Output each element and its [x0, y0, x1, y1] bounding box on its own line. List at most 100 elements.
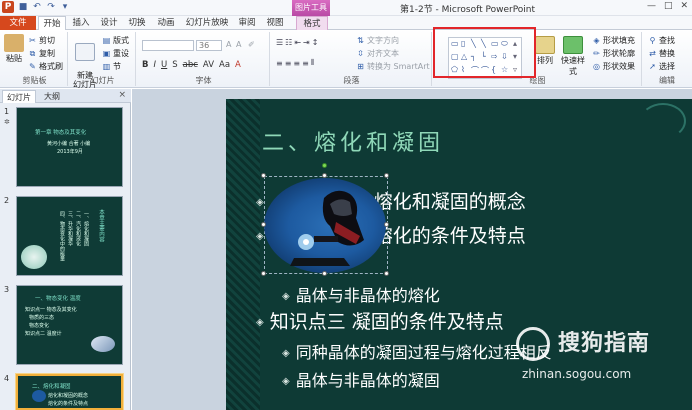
close-window-button[interactable]: ✕	[680, 1, 688, 11]
save-icon[interactable]: ■	[18, 2, 28, 12]
font-size-box[interactable]: 36	[196, 40, 222, 51]
tab-home[interactable]: 开始	[38, 16, 66, 31]
thermometer-image	[91, 336, 115, 352]
slide-thumbnail-2[interactable]: 本章主要内容 一、熔化和凝固 二、汽化和液化 三、升华和凝华 四、物态变化中的能…	[16, 196, 123, 276]
text-direction-button[interactable]: ⇅ 文字方向	[356, 35, 399, 46]
shape-fill-button[interactable]: ◈ 形状填充	[592, 35, 635, 46]
increase-indent-icon[interactable]: ⇥	[303, 38, 310, 47]
clear-format-icon[interactable]: ✐	[248, 40, 255, 49]
select-button[interactable]: ➚ 选择	[648, 61, 675, 72]
resize-handle[interactable]	[261, 173, 266, 178]
align-left-icon[interactable]: ≡	[276, 59, 283, 68]
align-text-button[interactable]: ⇳ 对齐文本	[356, 48, 399, 59]
grow-font-icon[interactable]: A	[226, 40, 231, 49]
underline-button[interactable]: U	[161, 60, 167, 70]
resize-handle[interactable]	[384, 222, 389, 227]
layout-button[interactable]: ▤ 版式	[102, 35, 129, 46]
tab-outline[interactable]: 大纲	[40, 90, 64, 103]
tab-transitions[interactable]: 切换	[124, 16, 150, 30]
slides-group-label: 幻灯片	[90, 76, 115, 85]
font-color-button[interactable]: A	[235, 60, 241, 70]
resize-handle[interactable]	[261, 271, 266, 276]
clipboard-group: 粘贴 ✂ 剪切 ⧉ 复制 ✎ 格式刷 剪贴板	[2, 32, 68, 86]
cursor-icon: ➚	[649, 62, 656, 71]
title-bar: P ■ ↶ ↷ ▾ 图片工具 第1-2节 - Microsoft PowerPo…	[0, 0, 692, 16]
font-name-box[interactable]	[142, 40, 194, 51]
paste-icon	[4, 34, 24, 52]
bullet-item[interactable]: ◈ 同种晶体的凝固过程与熔化过程相反	[282, 339, 552, 363]
format-painter-button[interactable]: ✎ 格式刷	[28, 61, 63, 72]
sogou-watermark: 搜狗指南 zhinan.sogou.com	[516, 325, 686, 385]
columns-icon[interactable]: ⫴	[311, 58, 314, 68]
resize-handle[interactable]	[261, 222, 266, 227]
justify-icon[interactable]: ≡	[302, 59, 309, 68]
tab-review[interactable]: 审阅	[234, 16, 260, 30]
bullet-item[interactable]: ◈ 知识点三 凝固的条件及特点	[256, 307, 504, 334]
slide-title[interactable]: 二、熔化和凝固	[262, 125, 444, 157]
slides-panel: 幻灯片 大纲 × 1 ✲ 第一章 物态及其变化 黄河小编 合著 小编 2013年…	[0, 89, 131, 410]
ice-crystal-image	[21, 245, 47, 269]
cut-button[interactable]: ✂ 剪切	[28, 35, 55, 46]
decrease-indent-icon[interactable]: ⇤	[294, 38, 301, 47]
bullet-item[interactable]: ◈ 晶体与非晶体的熔化	[282, 282, 440, 306]
paste-button[interactable]: 粘贴	[4, 34, 24, 64]
tab-slide-show[interactable]: 幻灯片放映	[182, 16, 232, 30]
replace-button[interactable]: ⇄ 替换	[648, 48, 675, 59]
tab-file[interactable]: 文件	[0, 16, 36, 30]
panel-close-icon[interactable]: ×	[118, 90, 126, 100]
tab-animations[interactable]: 动画	[152, 16, 180, 30]
window-controls: — □ ✕	[647, 1, 688, 11]
welder-picture[interactable]	[264, 178, 386, 273]
line-spacing-icon[interactable]: ↕	[312, 38, 319, 47]
diamond-bullet-icon: ◈	[256, 197, 264, 208]
char-spacing-button[interactable]: AV	[203, 60, 214, 70]
minimize-button[interactable]: —	[647, 1, 656, 11]
resize-handle[interactable]	[384, 271, 389, 276]
slide-thumbnail-1[interactable]: 第一章 物态及其变化 黄河小编 合著 小编 2013年9月	[16, 107, 123, 187]
align-right-icon[interactable]: ≡	[293, 59, 300, 68]
strikethrough-button[interactable]: abc	[183, 60, 198, 70]
customize-qat-icon[interactable]: ▾	[60, 2, 70, 12]
list-buttons-row: ☰ ☷ ⇤ ⇥ ↕	[276, 38, 318, 47]
pen-icon: ✏	[593, 49, 600, 58]
text-direction-icon: ⇅	[357, 36, 364, 45]
italic-button[interactable]: I	[153, 60, 156, 70]
bullets-icon[interactable]: ☰	[276, 38, 283, 47]
tab-design[interactable]: 设计	[96, 16, 122, 30]
panel-tabs: 幻灯片 大纲 ×	[0, 89, 131, 103]
resize-handle[interactable]	[322, 173, 327, 178]
reset-button[interactable]: ▣ 重设	[102, 48, 129, 59]
slide-thumbnail-3[interactable]: 一、物态变化 温度 知识点一 物态及其变化 物质的三态 物态变化 知识点二 温度…	[16, 285, 123, 365]
tab-format[interactable]: 格式	[296, 16, 328, 31]
shrink-font-icon[interactable]: A	[236, 40, 241, 49]
bullet-item[interactable]: ◈ 晶体与非晶体的凝固	[282, 367, 440, 391]
section-icon: ▥	[102, 62, 111, 71]
quick-styles-button[interactable]: 快速样式	[558, 36, 588, 77]
copy-button[interactable]: ⧉ 复制	[28, 48, 55, 59]
maximize-button[interactable]: □	[664, 1, 673, 11]
change-case-button[interactable]: Aa	[219, 60, 230, 70]
ribbon-tabs: 文件 开始 插入 设计 切换 动画 幻灯片放映 审阅 视图 格式	[0, 16, 692, 31]
diamond-bullet-icon: ◈	[282, 348, 290, 359]
shape-outline-button[interactable]: ✏ 形状轮廓	[592, 48, 635, 59]
diamond-bullet-icon: ◈	[282, 291, 290, 302]
section-button[interactable]: ▥ 节	[102, 61, 121, 72]
tab-view[interactable]: 视图	[262, 16, 288, 30]
rotate-handle[interactable]	[322, 163, 327, 168]
bold-button[interactable]: B	[142, 60, 148, 70]
undo-icon[interactable]: ↶	[32, 2, 42, 12]
redo-icon[interactable]: ↷	[46, 2, 56, 12]
binoculars-icon: ⚲	[649, 36, 656, 45]
shape-effects-button[interactable]: ◎ 形状效果	[592, 61, 635, 72]
tab-insert[interactable]: 插入	[68, 16, 94, 30]
slide-thumbnail-4[interactable]: 二、熔化和凝固 熔化和凝固的概念 熔化的条件及特点	[16, 374, 123, 410]
find-button[interactable]: ⚲ 查找	[648, 35, 675, 46]
resize-handle[interactable]	[384, 173, 389, 178]
tab-slides[interactable]: 幻灯片	[2, 90, 36, 103]
numbering-icon[interactable]: ☷	[285, 38, 292, 47]
shadow-button[interactable]: S	[172, 60, 177, 70]
align-center-icon[interactable]: ≡	[285, 59, 292, 68]
arrange-button[interactable]: 排列	[534, 36, 556, 66]
resize-handle[interactable]	[322, 271, 327, 276]
convert-smartart-button[interactable]: ⊞ 转换为 SmartArt	[356, 61, 430, 72]
